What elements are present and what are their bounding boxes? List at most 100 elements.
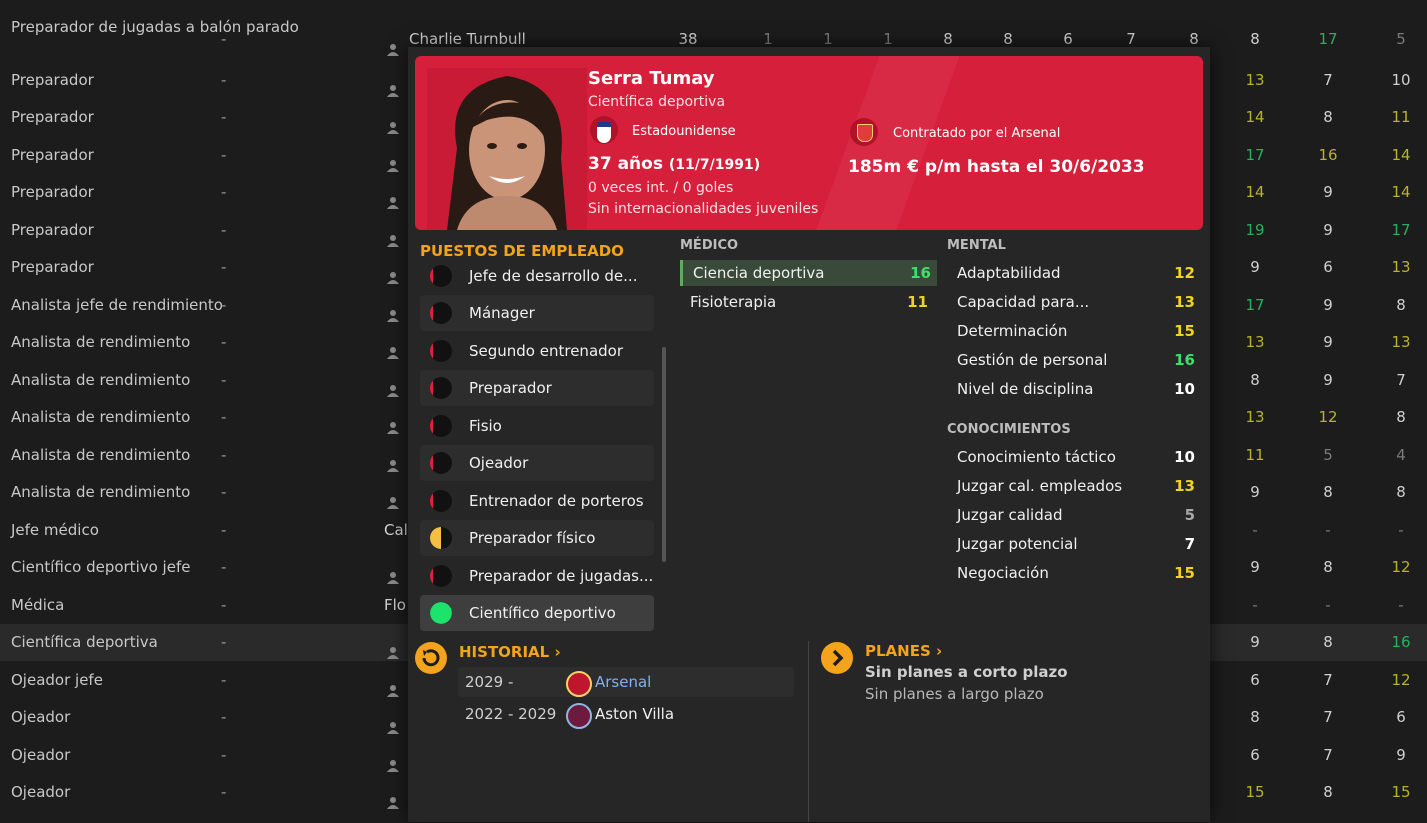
attribute-cell: 17 (1391, 221, 1411, 239)
attribute-cell: 7 (1323, 746, 1333, 764)
history-club[interactable]: Arsenal (595, 667, 651, 697)
role-item[interactable]: Fisio (420, 408, 654, 444)
attribute-value: 12 (1174, 264, 1195, 282)
person-icon (386, 786, 400, 809)
staff-name-cell[interactable]: Flo (384, 587, 406, 624)
dash-cell: - (221, 296, 227, 314)
attribute-cell: 9 (1323, 333, 1333, 351)
staff-role-cell: Ojeador (11, 783, 71, 801)
attribute-row[interactable]: Conocimiento táctico 10 (947, 444, 1201, 470)
attribute-cell: 9 (1250, 633, 1260, 651)
role-item[interactable]: Jefe de desarrollo de... (420, 258, 654, 294)
attribute-cell: 8 (1396, 408, 1406, 426)
dash-cell: - (221, 146, 227, 164)
history-icon[interactable] (415, 642, 447, 674)
staff-name-cell[interactable]: Cal (384, 512, 408, 549)
dash-cell: - (221, 371, 227, 389)
person-icon (386, 561, 400, 584)
person-icon (386, 111, 400, 134)
person-icon (386, 749, 400, 772)
attribute-cell: 14 (1245, 183, 1265, 201)
attribute-cell: 5 (1396, 30, 1406, 48)
attribute-label: Negociación (957, 564, 1049, 582)
role-item[interactable]: Preparador de jugadas... (420, 558, 654, 594)
dash-cell: - (221, 183, 227, 201)
person-icon (386, 411, 400, 434)
role-label: Preparador (469, 379, 552, 397)
person-icon (386, 261, 400, 284)
attribute-row[interactable]: Fisioterapia 11 (680, 289, 934, 315)
attribute-row[interactable]: Gestión de personal 16 (947, 347, 1201, 373)
person-icon (386, 374, 400, 397)
attribute-label: Adaptabilidad (957, 264, 1061, 282)
role-label: Jefe de desarrollo de... (469, 267, 638, 285)
attribute-row[interactable]: Juzgar potencial 7 (947, 531, 1201, 557)
attribute-cell: 9 (1396, 746, 1406, 764)
attribute-cell: 9 (1323, 371, 1333, 389)
staff-role-cell: Ojeador (11, 708, 71, 726)
attribute-label: Nivel de disciplina (957, 380, 1094, 398)
knowledge-title: CONOCIMIENTOS (947, 422, 1071, 437)
attribute-cell: 14 (1391, 183, 1411, 201)
role-label: Científico deportivo (469, 604, 616, 622)
attribute-label: Conocimiento táctico (957, 448, 1116, 466)
role-item[interactable]: Ojeador (420, 445, 654, 481)
role-item[interactable]: Científico deportivo (420, 595, 654, 631)
attribute-cell: 17 (1318, 30, 1338, 48)
role-item[interactable]: Mánager (420, 295, 654, 331)
staff-role-cell: Científico deportivo jefe (11, 558, 191, 576)
staff-role-cell: Médica (11, 596, 65, 614)
roles-scrollbar[interactable] (662, 347, 666, 562)
person-icon (386, 336, 400, 359)
attribute-cell: 13 (1245, 333, 1265, 351)
staff-role-cell: Científica deportiva (11, 633, 158, 651)
history-row[interactable]: 2022 - 2029 Aston Villa (458, 699, 794, 729)
plans-title[interactable]: PLANES › (865, 642, 942, 660)
attribute-row[interactable]: Capacidad para... 13 (947, 289, 1201, 315)
role-suitability-icon (430, 565, 452, 587)
person-icon (386, 674, 400, 697)
role-label: Segundo entrenador (469, 342, 623, 360)
dash-cell: - (221, 333, 227, 351)
attribute-value: 7 (1184, 535, 1195, 553)
plans-chevron-icon[interactable] (821, 642, 853, 674)
attribute-cell: 8 (1323, 483, 1333, 501)
role-label: Ojeador (469, 454, 529, 472)
role-item[interactable]: Preparador (420, 370, 654, 406)
attribute-cell: 4 (1396, 446, 1406, 464)
attribute-cell: 14 (1391, 146, 1411, 164)
staff-role-cell: Analista de rendimiento (11, 446, 191, 464)
attribute-row[interactable]: Juzgar calidad 5 (947, 502, 1201, 528)
attribute-row[interactable]: Adaptabilidad 12 (947, 260, 1201, 286)
attribute-cell: 8 (1323, 783, 1333, 801)
person-icon (386, 299, 400, 322)
attribute-label: Juzgar calidad (957, 506, 1063, 524)
attribute-cell: 5 (1323, 446, 1333, 464)
attribute-cell: 16 (1391, 633, 1411, 651)
history-title[interactable]: HISTORIAL › (459, 643, 561, 661)
attribute-value: 15 (1174, 564, 1195, 582)
attribute-cell: 12 (1391, 671, 1411, 689)
attribute-cell: - (1398, 521, 1404, 539)
staff-role-cell: Preparador (11, 146, 94, 164)
role-item[interactable]: Entrenador de porteros (420, 483, 654, 519)
role-item[interactable]: Segundo entrenador (420, 333, 654, 369)
role-label: Preparador de jugadas... (469, 567, 654, 585)
dash-cell: - (221, 483, 227, 501)
role-label: Preparador físico (469, 529, 596, 547)
attribute-row[interactable]: Ciencia deportiva 16 (680, 260, 937, 286)
attribute-row[interactable]: Nivel de disciplina 10 (947, 376, 1201, 402)
person-icon (386, 636, 400, 659)
attribute-row[interactable]: Determinación 15 (947, 318, 1201, 344)
age: 37 años (11/7/1991) (588, 154, 761, 174)
history-years: 2029 - (465, 673, 514, 691)
staff-portrait (427, 68, 587, 230)
attribute-value: 16 (910, 264, 931, 282)
role-item[interactable]: Preparador físico (420, 520, 654, 556)
attribute-row[interactable]: Juzgar cal. empleados 13 (947, 473, 1201, 499)
staff-role-cell: Analista de rendimiento (11, 371, 191, 389)
staff-role-cell: Preparador de jugadas a balón parado (11, 18, 299, 36)
attribute-row[interactable]: Negociación 15 (947, 560, 1201, 586)
attribute-cell: 8 (1323, 558, 1333, 576)
history-row[interactable]: 2029 - Arsenal (458, 667, 794, 697)
